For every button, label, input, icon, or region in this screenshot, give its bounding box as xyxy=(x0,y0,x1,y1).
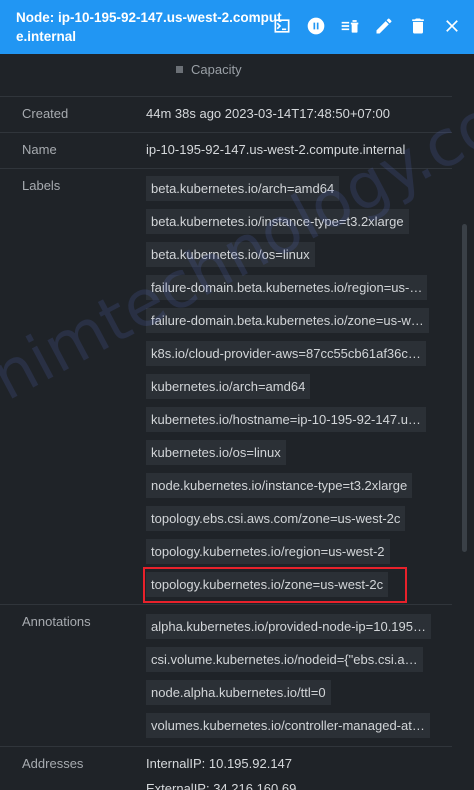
internal-ip: InternalIP: 10.195.92.147 xyxy=(146,756,293,771)
scrollbar-thumb[interactable] xyxy=(462,224,467,552)
label-chip: beta.kubernetes.io/instance-type=t3.2xla… xyxy=(146,209,409,234)
created-value: 44m 38s ago 2023-03-14T17:48:50+07:00 xyxy=(146,106,390,121)
annotation-chip: volumes.kubernetes.io/controller-managed… xyxy=(146,713,430,738)
label-chip: beta.kubernetes.io/os=linux xyxy=(146,242,315,267)
created-row: Created 44m 38s ago 2023-03-14T17:48:50+… xyxy=(0,96,452,133)
terminal-icon[interactable] xyxy=(270,14,294,38)
node-details: Capacity Created 44m 38s ago 2023-03-14T… xyxy=(0,54,474,790)
annotations-key: Annotations xyxy=(22,614,91,629)
addresses-key: Addresses xyxy=(22,756,84,771)
label-chip: kubernetes.io/os=linux xyxy=(146,440,286,465)
name-key: Name xyxy=(22,142,57,157)
highlight-box xyxy=(143,567,407,603)
label-chip: kubernetes.io/arch=amd64 xyxy=(146,374,311,399)
close-icon[interactable] xyxy=(440,14,464,38)
header-actions xyxy=(270,14,464,38)
annotation-chip: node.alpha.kubernetes.io/ttl=0 xyxy=(146,680,331,705)
name-value: ip-10-195-92-147.us-west-2.compute.inter… xyxy=(146,142,406,157)
capacity-legend-swatch xyxy=(176,66,183,73)
label-chip: k8s.io/cloud-provider-aws=87cc55cb61af36… xyxy=(146,341,426,366)
pause-icon[interactable] xyxy=(304,14,328,38)
labels-key: Labels xyxy=(22,178,61,193)
label-chip: kubernetes.io/hostname=ip-10-195-92-147.… xyxy=(146,407,426,432)
name-row: Name ip-10-195-92-147.us-west-2.compute.… xyxy=(0,132,452,169)
label-chip: topology.ebs.csi.aws.com/zone=us-west-2c xyxy=(146,506,406,531)
label-chip: node.kubernetes.io/instance-type=t3.2xla… xyxy=(146,473,413,498)
node-title: Node: ip-10-195-92-147.us-west-2.compute… xyxy=(16,10,282,44)
label-chip: topology.kubernetes.io/region=us-west-2 xyxy=(146,539,390,564)
created-key: Created xyxy=(22,106,69,121)
drain-icon[interactable] xyxy=(338,14,362,38)
label-chip: beta.kubernetes.io/arch=amd64 xyxy=(146,176,340,201)
label-chip: failure-domain.beta.kubernetes.io/zone=u… xyxy=(146,308,429,333)
annotation-chip: alpha.kubernetes.io/provided-node-ip=10.… xyxy=(146,614,431,639)
annotation-chip: csi.volume.kubernetes.io/nodeid={"ebs.cs… xyxy=(146,647,423,672)
capacity-legend: Capacity xyxy=(176,62,242,77)
label-chip: failure-domain.beta.kubernetes.io/region… xyxy=(146,275,428,300)
delete-icon[interactable] xyxy=(406,14,430,38)
external-ip: ExternalIP: 34.216.160.69 xyxy=(146,781,297,790)
edit-icon[interactable] xyxy=(372,14,396,38)
capacity-label: Capacity xyxy=(191,62,242,77)
addresses-row: Addresses InternalIP: 10.195.92.147 Exte… xyxy=(0,746,452,790)
drawer-header: Node: ip-10-195-92-147.us-west-2.compute… xyxy=(0,0,474,54)
